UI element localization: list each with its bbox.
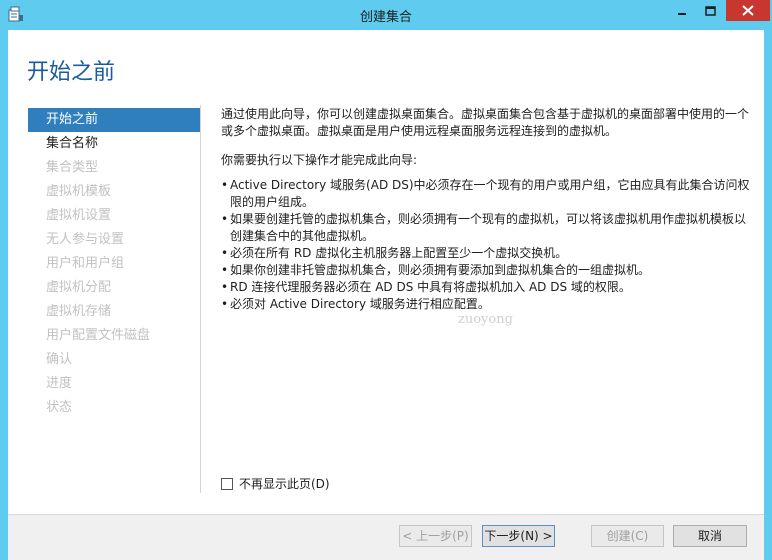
- watermark: zuoyong: [458, 312, 513, 327]
- maximize-icon: [704, 5, 716, 16]
- nav-item-before-you-begin[interactable]: 开始之前: [28, 108, 200, 132]
- nav-item-collection-name[interactable]: 集合名称: [28, 132, 200, 156]
- close-button[interactable]: [726, 0, 770, 21]
- button-bar: < 上一步(P) 下一步(N) > 创建(C) 取消: [8, 514, 764, 560]
- nav-item-unattended-settings: 无人参与设置: [46, 232, 125, 247]
- cancel-button[interactable]: 取消: [673, 525, 747, 547]
- nav-item-confirmation: 确认: [46, 352, 73, 367]
- create-button[interactable]: 创建(C): [591, 525, 664, 547]
- nav-item-collection-type: 集合类型: [46, 160, 99, 175]
- dont-show-again-option[interactable]: 不再显示此页(D): [221, 475, 330, 492]
- list-item: 如果你创建非托管虚拟机集合，则必须拥有要添加到虚拟机集合的一组虚拟机。: [221, 262, 753, 279]
- nav-divider: [200, 105, 201, 493]
- requirements-list: Active Directory 域服务(AD DS)中必须存在一个现有的用户或…: [221, 177, 753, 313]
- next-button[interactable]: 下一步(N) >: [482, 525, 555, 547]
- wizard-content: 开始之前 开始之前 集合名称 集合类型 虚拟机模板 虚拟机设置 无人参与设置 用…: [8, 30, 764, 514]
- window-title: 创建集合: [359, 10, 412, 25]
- dont-show-again-label: 不再显示此页(D): [239, 477, 330, 491]
- nav-item-vm-allocation: 虚拟机分配: [46, 280, 112, 295]
- nav-item-vm-settings: 虚拟机设置: [46, 208, 112, 223]
- close-icon: [742, 5, 754, 16]
- requirements-heading: 你需要执行以下操作才能完成此向导:: [221, 153, 418, 167]
- maximize-button[interactable]: [697, 0, 723, 21]
- nav-item-user-profile-disks: 用户配置文件磁盘: [46, 328, 151, 343]
- title-bar[interactable]: 创建集合: [0, 0, 772, 30]
- minimize-icon: [677, 6, 687, 16]
- intro-text: 通过使用此向导，你可以创建虚拟桌面集合。虚拟桌面集合包含基于虚拟机的桌面部署中使…: [221, 107, 750, 138]
- main-panel: 通过使用此向导，你可以创建虚拟桌面集合。虚拟桌面集合包含基于虚拟机的桌面部署中使…: [221, 106, 753, 313]
- wizard-nav: 开始之前 集合名称 集合类型 虚拟机模板 虚拟机设置 无人参与设置 用户和用户组…: [28, 108, 200, 420]
- list-item: 必须对 Active Directory 域服务进行相应配置。: [221, 296, 753, 313]
- nav-item-vm-storage: 虚拟机存储: [46, 304, 112, 319]
- dont-show-again-checkbox[interactable]: [221, 477, 233, 490]
- nav-item-progress: 进度: [46, 376, 73, 391]
- page-title: 开始之前: [27, 60, 116, 85]
- previous-button[interactable]: < 上一步(P): [399, 525, 472, 547]
- create-collection-window: 创建集合 开始之前 开始之前 集合名称 集合类型 虚拟机模板 虚拟机设置 无人参…: [0, 0, 772, 560]
- nav-item-status: 状态: [46, 400, 73, 415]
- minimize-button[interactable]: [669, 0, 695, 21]
- nav-item-users-and-groups: 用户和用户组: [46, 256, 125, 271]
- list-item: 必须在所有 RD 虚拟化主机服务器上配置至少一个虚拟交换机。: [221, 245, 753, 262]
- list-item: 如果要创建托管的虚拟机集合，则必须拥有一个现有的虚拟机，可以将该虚拟机用作虚拟机…: [221, 211, 753, 245]
- nav-item-vm-template: 虚拟机模板: [46, 184, 112, 199]
- list-item: RD 连接代理服务器必须在 AD DS 中具有将虚拟机加入 AD DS 域的权限…: [221, 279, 753, 296]
- list-item: Active Directory 域服务(AD DS)中必须存在一个现有的用户或…: [221, 177, 753, 211]
